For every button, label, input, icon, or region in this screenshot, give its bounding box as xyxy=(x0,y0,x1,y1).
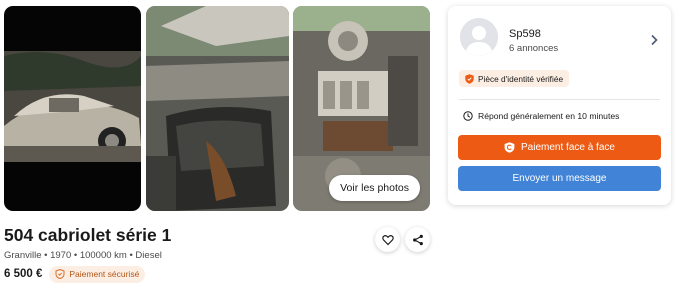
see-photos-button[interactable]: Voir les photos xyxy=(329,175,420,201)
seller-name[interactable]: Sp598 xyxy=(509,28,541,40)
secure-payment-icon xyxy=(504,142,515,153)
secure-payment-label: Paiement sécurisé xyxy=(69,269,140,279)
response-time-label: Répond généralement en 10 minutes xyxy=(478,111,620,121)
response-time: Répond généralement en 10 minutes xyxy=(463,110,619,122)
secure-payment-badge: Paiement sécurisé xyxy=(49,265,146,283)
photo-gallery: Voir les photos xyxy=(4,6,430,211)
favorite-button[interactable] xyxy=(375,227,400,252)
seller-card: Sp598 6 annonces Pièce d'identité vérifi… xyxy=(448,6,671,205)
id-verified-label: Pièce d'identité vérifiée xyxy=(478,73,564,84)
photo-car-exterior[interactable] xyxy=(4,6,141,211)
user-avatar-icon xyxy=(460,18,498,56)
send-message-button[interactable]: Envoyer un message xyxy=(458,166,661,191)
shield-check-icon xyxy=(465,73,474,84)
shield-icon xyxy=(55,269,65,279)
seller-ads-count: 6 annonces xyxy=(509,43,559,54)
ad-price: 6 500 € xyxy=(4,268,43,280)
chevron-right-icon[interactable] xyxy=(649,34,659,46)
share-button[interactable] xyxy=(405,227,430,252)
heart-icon xyxy=(381,234,394,245)
id-verified-badge: Pièce d'identité vérifiée xyxy=(459,70,570,87)
divider xyxy=(459,99,660,100)
clock-icon xyxy=(463,111,473,121)
car-interior-image xyxy=(146,6,289,211)
pay-face-to-face-button[interactable]: Paiement face à face xyxy=(458,135,661,160)
photo-car-engine[interactable]: Voir les photos xyxy=(293,6,430,211)
seller-avatar[interactable] xyxy=(460,18,498,56)
price-row: 6 500 € Paiement sécurisé xyxy=(4,265,146,283)
ad-subtitle: Granville • 1970 • 100000 km • Diesel xyxy=(4,250,162,261)
share-icon xyxy=(412,234,423,245)
pay-button-label: Paiement face à face xyxy=(521,142,615,153)
car-exterior-image xyxy=(4,6,141,211)
ad-title: 504 cabriolet série 1 xyxy=(4,225,172,245)
photo-car-interior[interactable] xyxy=(146,6,289,211)
